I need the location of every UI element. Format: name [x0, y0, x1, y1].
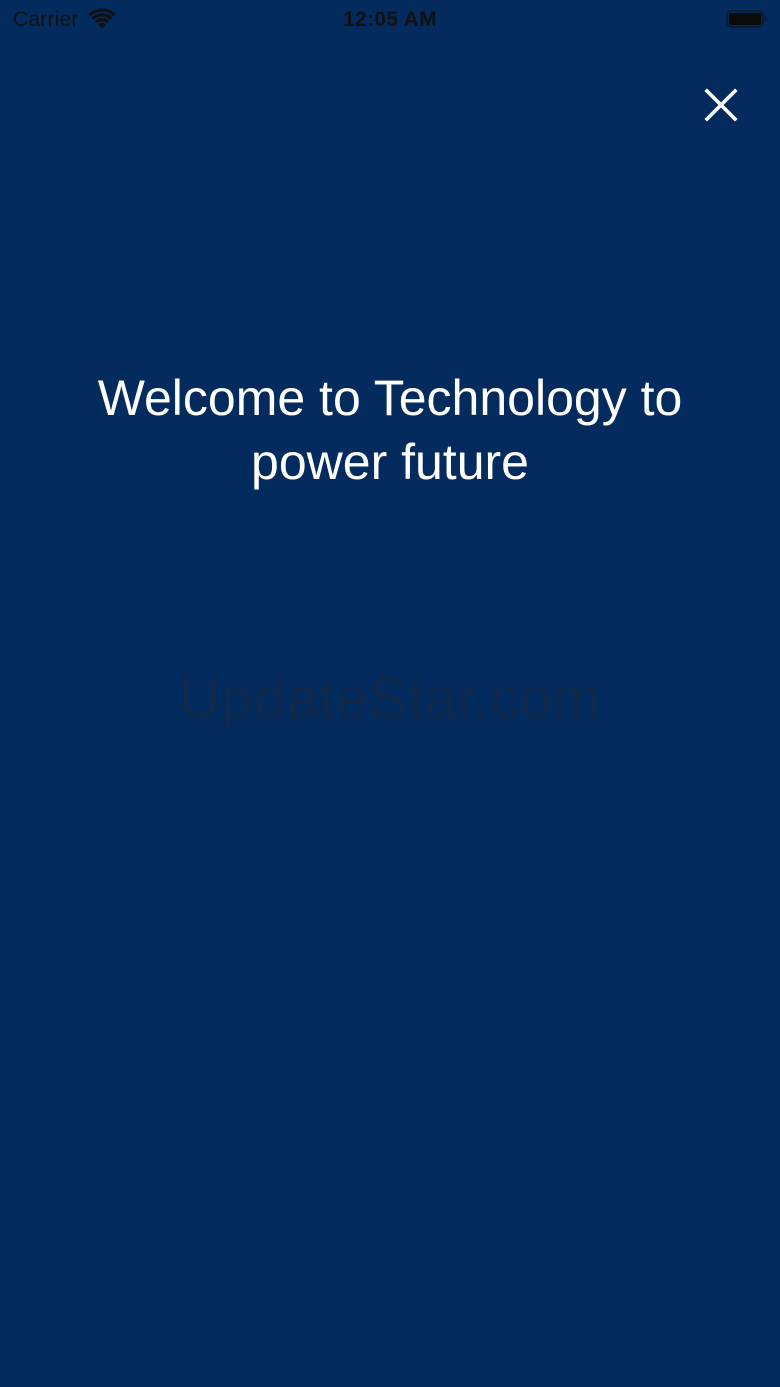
battery-icon: [726, 10, 767, 28]
close-button[interactable]: [698, 82, 744, 128]
welcome-title: Welcome to Technology to power future: [97, 370, 683, 490]
watermark: UpdateStar.com: [178, 666, 602, 731]
status-time: 12:05 AM: [343, 8, 437, 31]
status-bar: Carrier 12:05 AM: [0, 0, 780, 40]
close-icon: [704, 88, 738, 122]
